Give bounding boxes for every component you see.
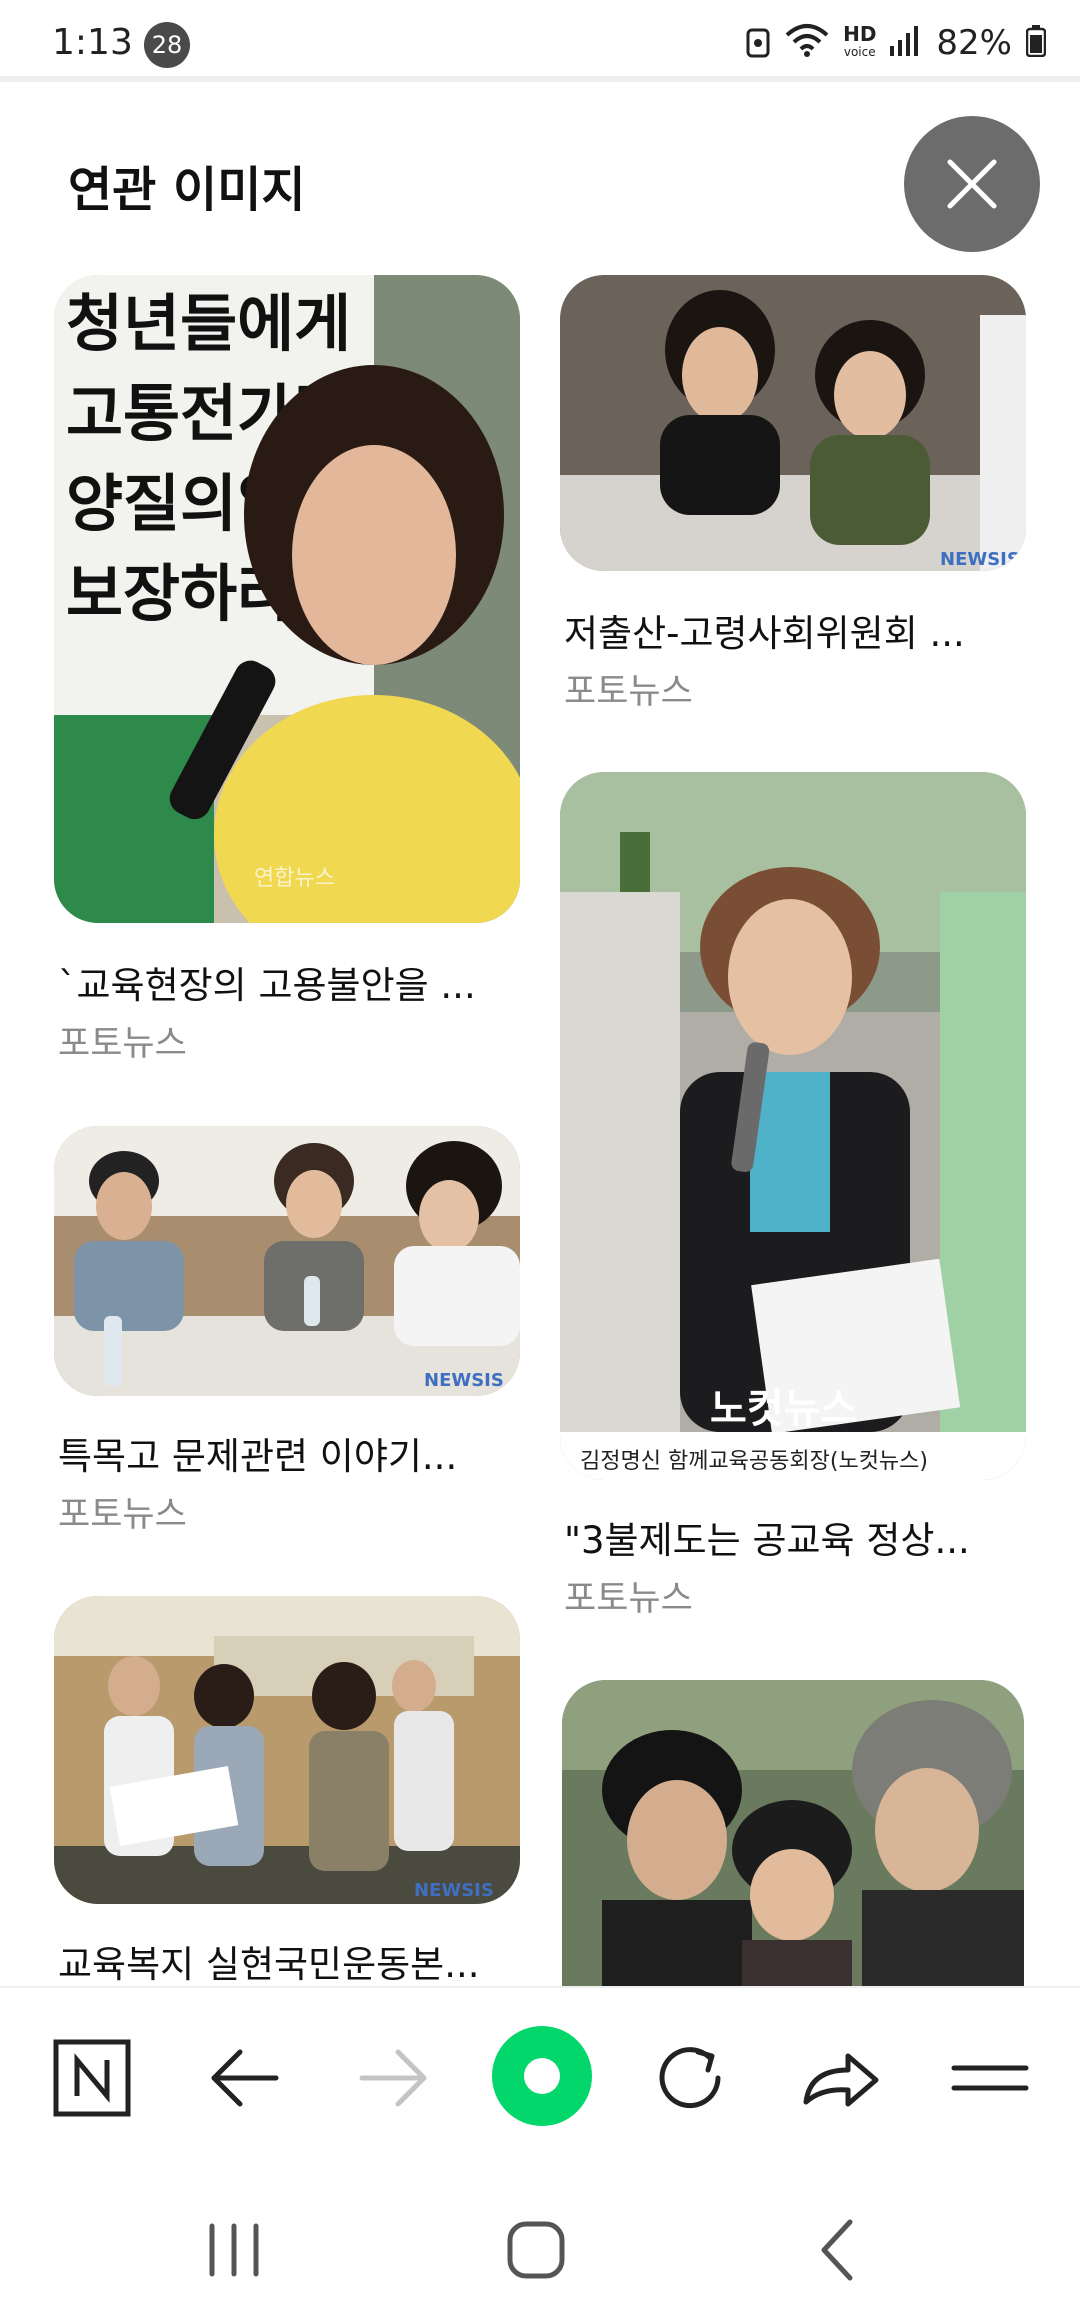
card-title[interactable]: "3불제도는 공교육 정상... xyxy=(564,1510,1030,1564)
home-button[interactable] xyxy=(488,2202,584,2298)
share-button[interactable] xyxy=(792,2030,888,2126)
sign-text-line-1: 청년들에게 xyxy=(66,287,351,360)
image-card[interactable]: NEWSIS 저출산-고령사회위원회 ... 포토뉴스 xyxy=(560,275,1026,715)
card-source: 포토뉴스 xyxy=(58,1495,187,1535)
forward-arrow-icon xyxy=(359,2049,427,2107)
home-icon xyxy=(507,2221,565,2279)
close-button[interactable] xyxy=(904,116,1040,252)
card-title[interactable]: 특목고 문제관련 이야기... xyxy=(58,1426,524,1480)
image-card[interactable]: 노컷뉴스 nocutnews.co.kr 김정명신 함께교육공동회장(노컷뉴스)… xyxy=(560,772,1026,1632)
wifi-icon xyxy=(785,23,829,63)
battery-icon xyxy=(1025,25,1047,61)
back-arrow-icon xyxy=(211,2049,279,2107)
refresh-button[interactable] xyxy=(642,2030,738,2126)
card-thumbnail[interactable]: NEWSIS xyxy=(560,275,1026,571)
card-title[interactable]: 저출산-고령사회위원회 ... xyxy=(564,603,1030,657)
alarm-icon xyxy=(745,24,771,62)
status-time: 1:13 xyxy=(52,22,133,63)
system-nav-bar xyxy=(0,2166,1080,2316)
image-watermark: 노컷뉴스 xyxy=(710,1386,857,1432)
card-source: 포토뉴스 xyxy=(564,672,693,712)
status-divider xyxy=(0,76,1080,82)
status-icons: HD voice 82% xyxy=(745,20,1047,66)
page-title: 연관 이미지 xyxy=(68,162,306,218)
hd-label: HD xyxy=(843,22,877,46)
refresh-icon xyxy=(659,2047,721,2109)
image-watermark: NEWSIS xyxy=(424,1370,504,1391)
image-card[interactable]: 청년들에게 고통전가말고 양질의일자 보장하라! 연합뉴스 `교육현장의 고용불… xyxy=(54,275,520,1075)
image-card[interactable]: NEWSIS 교육복지 실현국민운동본... xyxy=(54,1596,520,1986)
naver-home-button[interactable] xyxy=(44,2030,140,2126)
card-thumbnail[interactable]: NEWSIS xyxy=(54,1596,520,1904)
back-button[interactable] xyxy=(196,2030,292,2126)
voice-label: voice xyxy=(843,45,876,59)
card-source: 포토뉴스 xyxy=(58,1024,187,1064)
card-thumbnail[interactable]: 청년들에게 고통전가말고 양질의일자 보장하라! 연합뉴스 xyxy=(54,275,520,923)
card-thumbnail[interactable]: 노컷뉴스 nocutnews.co.kr 김정명신 함께교육공동회장(노컷뉴스) xyxy=(560,772,1026,1480)
share-icon xyxy=(803,2053,879,2107)
browser-toolbar xyxy=(0,1986,1080,2166)
battery-percent: 82% xyxy=(936,23,1012,63)
menu-icon xyxy=(951,2065,1029,2091)
green-dot-button[interactable] xyxy=(490,2024,594,2128)
image-watermark: 연합뉴스 xyxy=(254,866,335,891)
green-dot-icon xyxy=(492,2026,592,2126)
notification-count-badge: 28 xyxy=(144,22,190,68)
card-thumbnail[interactable]: NEWSIS xyxy=(54,1126,520,1396)
card-thumbnail[interactable] xyxy=(562,1680,1024,1986)
card-title[interactable]: `교육현장의 고용불안을 ... xyxy=(58,955,524,1009)
back-icon xyxy=(821,2219,853,2281)
close-icon xyxy=(947,159,997,209)
recents-icon xyxy=(209,2223,259,2277)
card-title[interactable]: 교육복지 실현국민운동본... xyxy=(58,1934,524,1988)
recents-button[interactable] xyxy=(186,2202,282,2298)
system-back-button[interactable] xyxy=(790,2202,886,2298)
signal-icon xyxy=(890,26,922,60)
image-caption: 김정명신 함께교육공동회장(노컷뉴스) xyxy=(580,1449,928,1474)
hd-voice-icon: HD voice xyxy=(843,22,877,61)
menu-button[interactable] xyxy=(942,2030,1038,2126)
image-watermark: NEWSIS xyxy=(414,1880,494,1901)
card-source: 포토뉴스 xyxy=(564,1579,693,1619)
naver-home-icon xyxy=(53,2039,131,2117)
image-watermark: NEWSIS xyxy=(940,549,1020,570)
image-watermark-url: nocutnews.co.kr xyxy=(725,1432,840,1448)
image-card[interactable] xyxy=(562,1680,1024,1986)
status-bar: 1:13 28 HD voice 82% xyxy=(0,0,1080,76)
forward-button[interactable] xyxy=(346,2030,442,2126)
image-card[interactable]: NEWSIS 특목고 문제관련 이야기... 포토뉴스 xyxy=(54,1126,520,1546)
